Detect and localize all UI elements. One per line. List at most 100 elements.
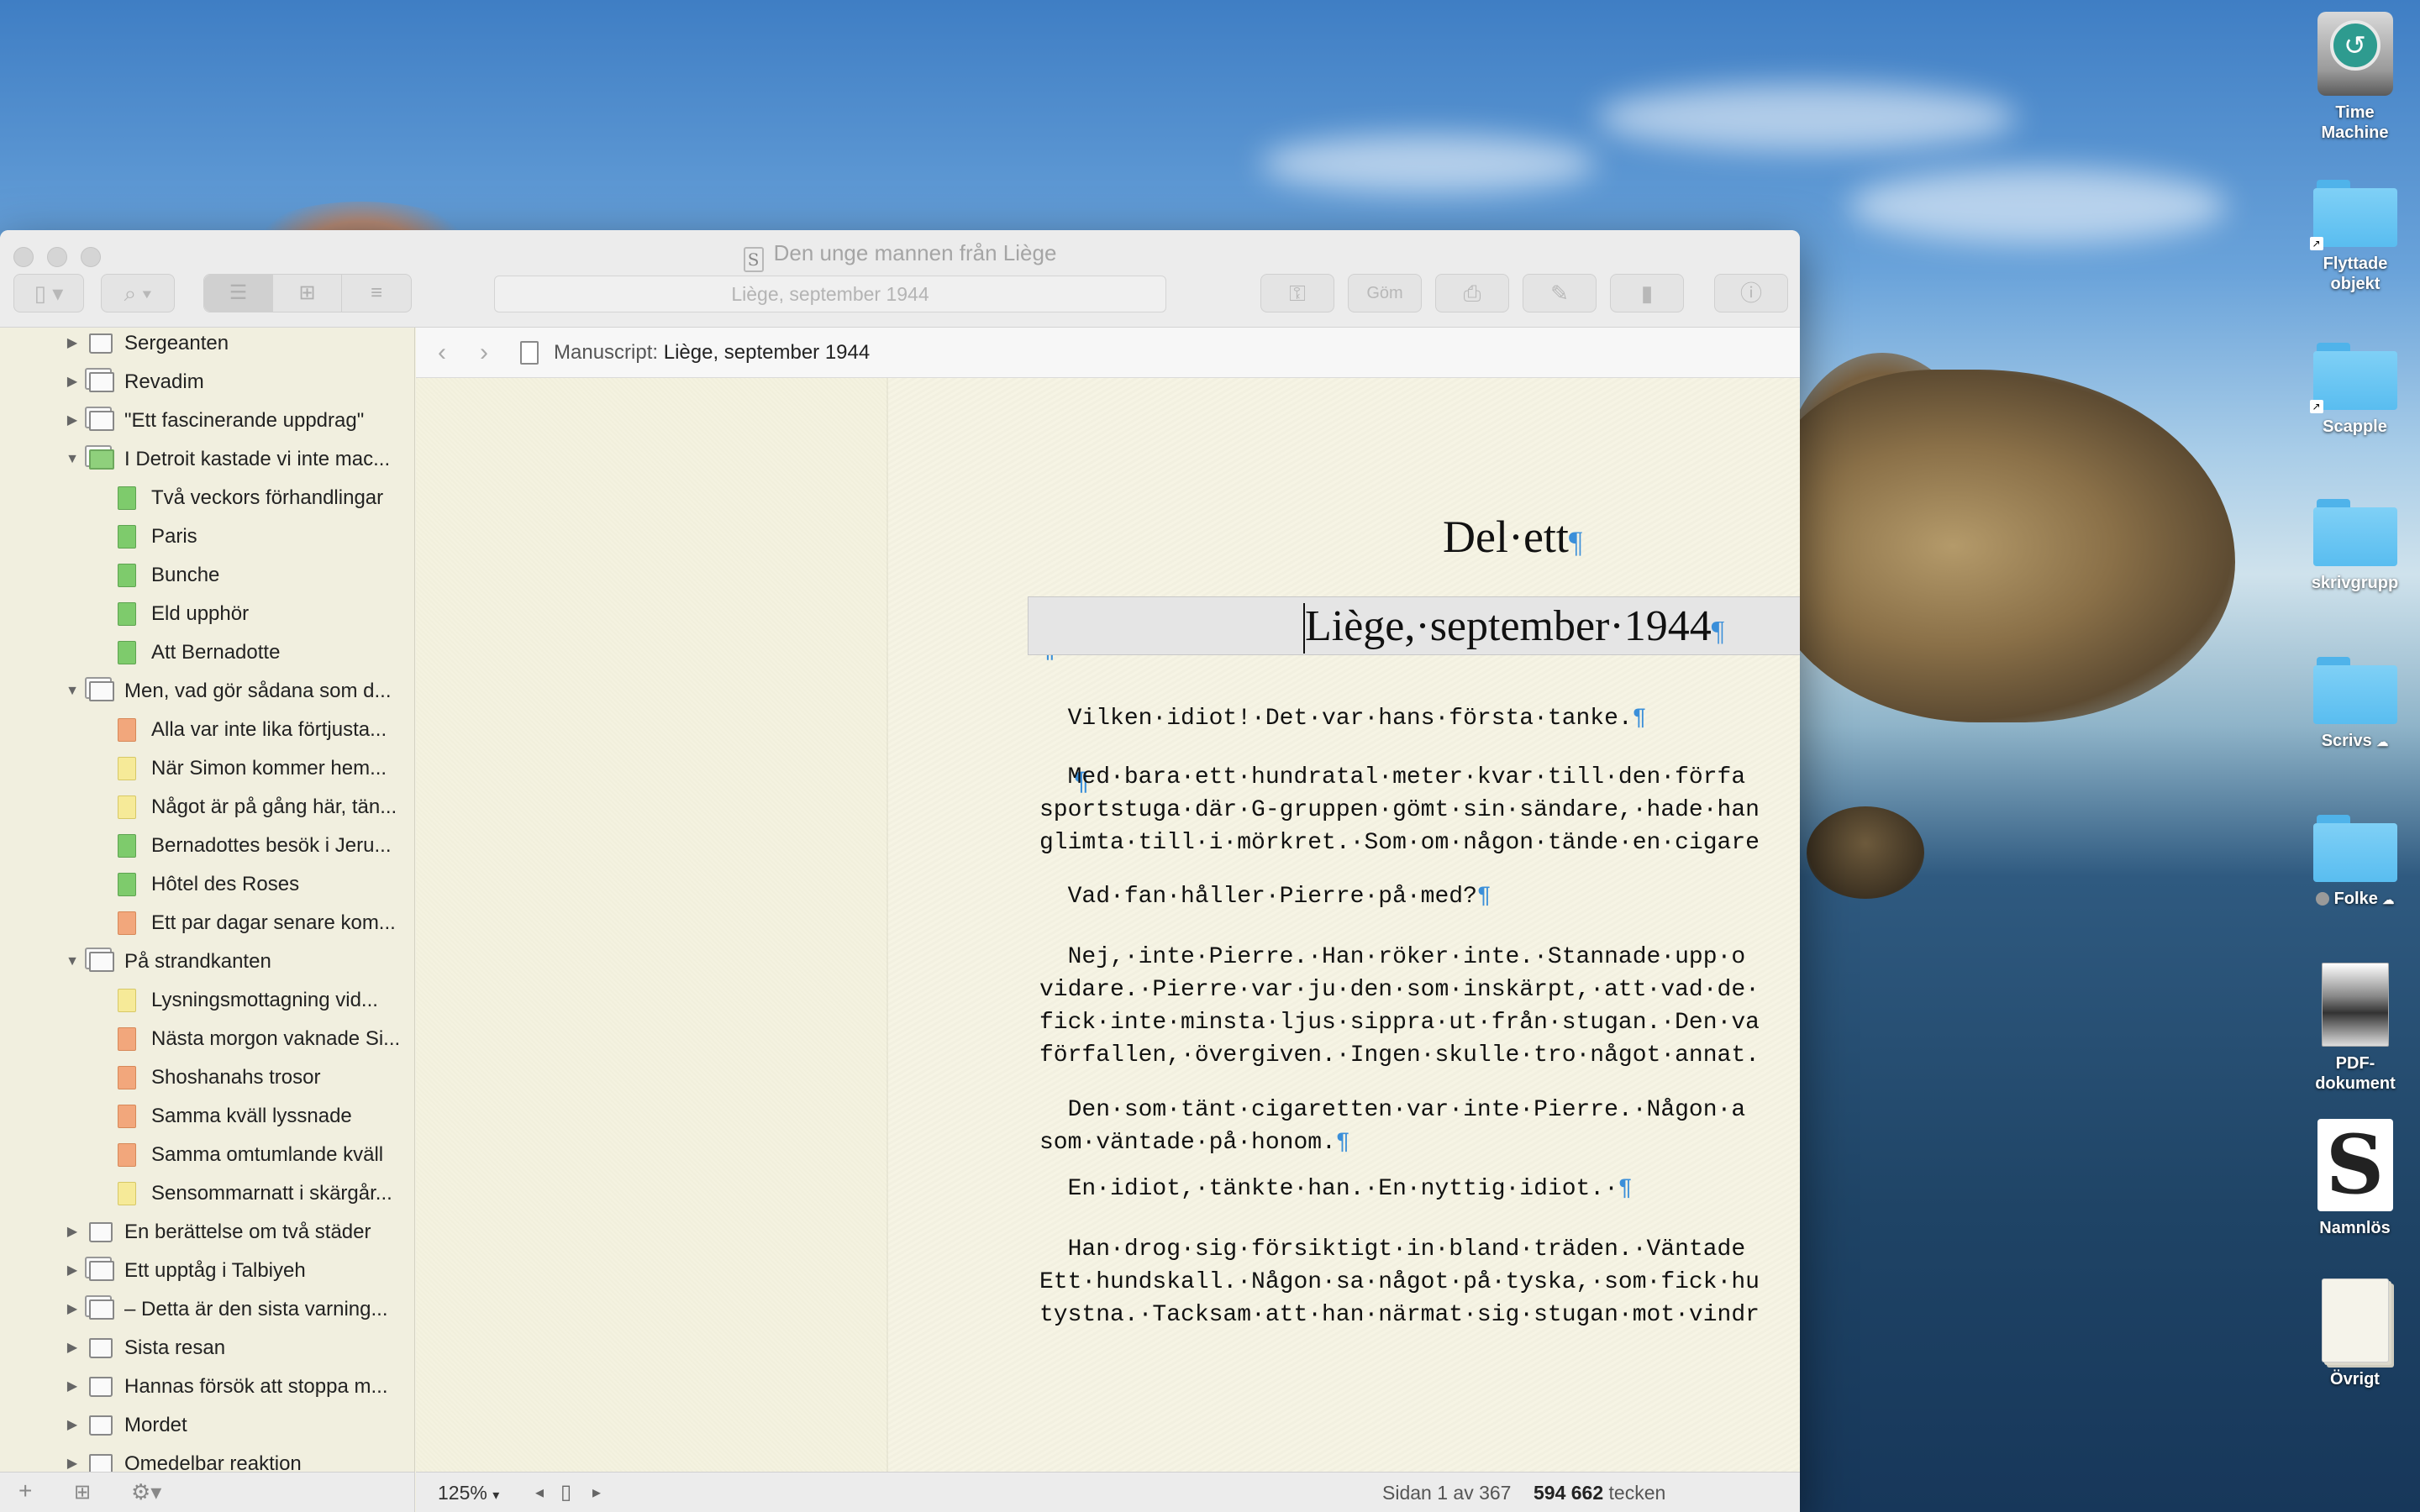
bookmark-button[interactable]: ▮ [1610, 274, 1684, 312]
desktop-icon-scapple[interactable]: ↗ Scapple [2302, 343, 2407, 437]
add-item-icon[interactable]: + [18, 1478, 32, 1504]
binder-item[interactable]: ▶ Omedelbar reaktion [0, 1445, 414, 1472]
desktop-icon-folke[interactable]: Folke ☁ [2302, 815, 2407, 910]
folder-icon [89, 1377, 113, 1397]
disclosure-closed-icon[interactable]: ▶ [64, 363, 81, 402]
binder-item[interactable]: Något är på gång här, tän... [0, 788, 414, 827]
binder-footer: + ⊞ ⚙▾ [0, 1472, 415, 1512]
folder-stack-icon [89, 681, 114, 701]
desktop-icon-flyttade-objekt[interactable]: ↗ Flyttade objekt [2302, 180, 2407, 294]
binder-item[interactable]: Samma omtumlande kväll [0, 1136, 414, 1174]
binder-item[interactable]: ▶ "Ett fascinerande uppdrag" [0, 402, 414, 440]
forward-navigation-icon[interactable]: › [480, 328, 488, 378]
gear-icon[interactable]: ⚙▾ [131, 1479, 161, 1505]
corkboard-view-button[interactable]: ⊞ [273, 275, 342, 312]
binder-item[interactable]: Bernadottes besök i Jeru... [0, 827, 414, 865]
desktop-icon-pdf-dokument[interactable]: PDF-dokument [2302, 963, 2407, 1094]
hide-button[interactable]: Göm [1348, 274, 1422, 312]
sky-cloud [1260, 134, 1597, 193]
binder-item[interactable]: ▶ Mordet [0, 1406, 414, 1445]
scrivenings-view-button[interactable]: ☰ [204, 275, 273, 312]
disclosure-closed-icon[interactable]: ▶ [64, 1213, 81, 1252]
binder-item[interactable]: ▶ Revadim [0, 363, 414, 402]
snapshot-button[interactable]: ⎙ [1435, 274, 1509, 312]
paragraph-text: En·idiot,·tänkte·han.·En·nyttig·idiot.· [1039, 1176, 1618, 1202]
binder-item-label: Lysningsmottagning vid... [151, 989, 378, 1011]
previous-page-icon[interactable]: ◂ [535, 1473, 544, 1512]
binder-item[interactable]: ▼ Men, vad gör sådana som d... [0, 672, 414, 711]
paragraph-text: Nej,·inte·Pierre.·Han·röker·inte.·Stanna… [1039, 944, 1760, 1068]
binder-item[interactable]: ▶ – Detta är den sista varning... [0, 1290, 414, 1329]
disclosure-closed-icon[interactable]: ▶ [64, 1252, 81, 1290]
add-folder-icon[interactable]: ⊞ [74, 1480, 91, 1504]
manuscript-paragraph: Den·som·tänt·cigaretten·var·inte·Pierre.… [1039, 1094, 1800, 1159]
binder-item[interactable]: Lysningsmottagning vid... [0, 981, 414, 1020]
disclosure-closed-icon[interactable]: ▶ [64, 1406, 81, 1445]
desktop-icon-namnlos[interactable]: S Namnlös [2302, 1119, 2407, 1238]
compose-button[interactable]: ✎ [1523, 274, 1597, 312]
next-page-icon[interactable]: ▸ [592, 1473, 601, 1512]
disclosure-closed-icon[interactable]: ▶ [64, 328, 81, 363]
disclosure-closed-icon[interactable]: ▶ [64, 1329, 81, 1368]
scrivener-document-icon: S [2317, 1119, 2393, 1211]
desktop-icon-scrivs[interactable]: Scrivs ☁ [2302, 657, 2407, 752]
binder-item-label: En berättelse om två städer [124, 1221, 371, 1243]
document-icon [118, 873, 136, 896]
binder-item[interactable]: ▶ Sergeanten [0, 328, 414, 363]
binder-item[interactable]: Shoshanahs trosor [0, 1058, 414, 1097]
pdf-document-icon [2321, 963, 2389, 1047]
paragraph-text: Vilken·idiot!·Det·var·hans·första·tanke. [1039, 706, 1633, 732]
binder-item[interactable]: Samma kväll lyssnade [0, 1097, 414, 1136]
manuscript-paragraph: Vad·fan·håller·Pierre·på·med?¶ [1039, 880, 1800, 913]
editor-header-bar: ‹ › Manuscript: Liège, september 1944 [416, 328, 1800, 378]
desktop-icon-label: PDF-dokument [2315, 1054, 2396, 1093]
document-icon [118, 1066, 136, 1089]
disclosure-closed-icon[interactable]: ▶ [64, 402, 81, 440]
back-navigation-icon[interactable]: ‹ [438, 328, 446, 378]
desktop-icon-time-machine[interactable]: ↺ Time Machine [2302, 12, 2407, 143]
title-toolbar: S Den unge mannen från Liège ▯ ▾ ⌕ ▾ ☰ ⊞ … [0, 230, 1800, 328]
zoom-select[interactable]: 125% ▾ [438, 1473, 499, 1512]
desktop-icon-skrivgrupp[interactable]: skrivgrupp [2302, 499, 2407, 593]
keywords-button[interactable]: ⚿ [1260, 274, 1334, 312]
desktop-icon-ovrigt[interactable]: Övrigt [2302, 1278, 2407, 1389]
binder-item[interactable]: ▶ Hannas försök att stoppa m... [0, 1368, 414, 1406]
binder-item[interactable]: Bunche [0, 556, 414, 595]
binder-item-label: Bunche [151, 564, 220, 586]
disclosure-open-icon[interactable]: ▼ [64, 672, 81, 711]
disclosure-closed-icon[interactable]: ▶ [64, 1368, 81, 1406]
document-icon [118, 602, 136, 626]
binder-item[interactable]: ▼ På strandkanten [0, 942, 414, 981]
binder-item[interactable]: Eld upphör [0, 595, 414, 633]
binder-item[interactable]: ▼ I Detroit kastade vi inte mac... [0, 440, 414, 479]
binder-item-label: Shoshanahs trosor [151, 1066, 321, 1089]
pilcrow-mark: ¶ [1335, 1130, 1350, 1156]
quick-search-field[interactable]: Liège, september 1944 [494, 276, 1166, 312]
binder-toggle-button[interactable]: ▯ ▾ [13, 274, 84, 312]
binder-item[interactable]: ▶ Ett upptåg i Talbiyeh [0, 1252, 414, 1290]
inspector-button[interactable]: ⓘ [1714, 274, 1788, 312]
binder-item[interactable]: Två veckors förhandlingar [0, 479, 414, 517]
binder-item[interactable]: Sensommarnatt i skärgår... [0, 1174, 414, 1213]
binder-item[interactable]: ▶ En berättelse om två städer [0, 1213, 414, 1252]
binder-item-label: "Ett fascinerande uppdrag" [124, 409, 365, 432]
binder-item[interactable]: ▶ Sista resan [0, 1329, 414, 1368]
binder-item[interactable]: När Simon kommer hem... [0, 749, 414, 788]
disclosure-open-icon[interactable]: ▼ [64, 942, 81, 981]
disclosure-open-icon[interactable]: ▼ [64, 440, 81, 479]
binder-item[interactable]: Att Bernadotte [0, 633, 414, 672]
editor-footer: 125% ▾ ◂ ▯ ▸ Sidan 1 av 367 594 662 teck… [416, 1472, 1800, 1512]
disclosure-closed-icon[interactable]: ▶ [64, 1290, 81, 1329]
binder-item[interactable]: Ett par dagar senare kom... [0, 904, 414, 942]
bookmark-icon: ▮ [1640, 281, 1654, 306]
disclosure-closed-icon[interactable]: ▶ [64, 1445, 81, 1472]
folder-icon [2312, 815, 2397, 882]
outliner-view-button[interactable]: ≡ [342, 275, 411, 312]
binder-item[interactable]: Nästa morgon vaknade Si... [0, 1020, 414, 1058]
editor-pane[interactable]: Del·ett¶ ¶ ¶ Liège,·september·1944¶ ¶ Vi… [416, 378, 1800, 1472]
manuscript-paragraph: Vilken·idiot!·Det·var·hans·första·tanke.… [1039, 702, 1800, 735]
binder-item[interactable]: Hôtel des Roses [0, 865, 414, 904]
quick-search-menu-button[interactable]: ⌕ ▾ [101, 274, 175, 312]
binder-item[interactable]: Paris [0, 517, 414, 556]
binder-item[interactable]: Alla var inte lika förtjusta... [0, 711, 414, 749]
